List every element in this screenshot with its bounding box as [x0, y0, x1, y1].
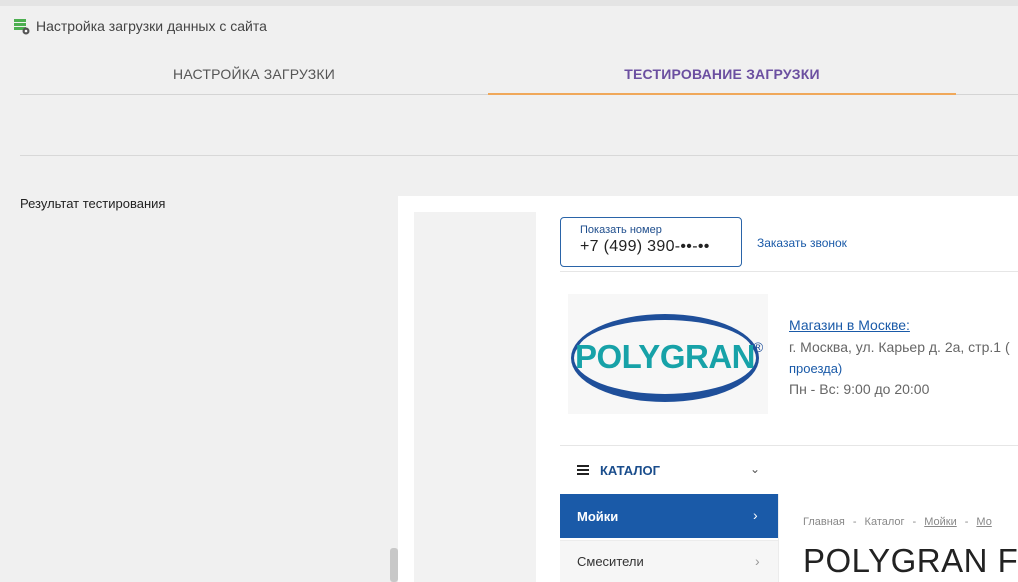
tab-bar: НАСТРОЙКА ЗАГРУЗКИ ТЕСТИРОВАНИЕ ЗАГРУЗКИ	[20, 52, 1018, 96]
polygran-logo[interactable]: POLYGRAN ®	[568, 294, 768, 414]
menu-item-label: Мойки	[577, 508, 619, 524]
preview-divider	[560, 271, 1018, 272]
show-number-link[interactable]: Показать номер	[580, 224, 741, 236]
phone-number: +7 (499) 390-••-••	[580, 238, 710, 255]
registered-mark: ®	[753, 339, 764, 355]
page-header: Настройка загрузки данных с сайта	[12, 16, 267, 36]
top-strip	[0, 0, 1018, 6]
tab-load-testing[interactable]: ТЕСТИРОВАНИЕ ЗАГРУЗКИ	[488, 52, 956, 96]
tab-load-settings[interactable]: НАСТРОЙКА ЗАГРУЗКИ	[20, 52, 488, 96]
scrollbar[interactable]	[390, 548, 398, 582]
menu-icon	[577, 465, 589, 475]
chevron-down-icon: ⌄	[750, 462, 761, 476]
catalog-button[interactable]: КАТАЛОГ ⌄	[560, 452, 778, 488]
store-hours: Пн - Вс: 9:00 до 20:00	[789, 381, 930, 397]
logo-text: POLYGRAN	[575, 338, 755, 375]
section-divider	[20, 155, 1018, 156]
menu-item-faucets[interactable]: Смесители ›	[560, 540, 778, 582]
chevron-right-icon: ›	[755, 553, 760, 569]
breadcrumb-item[interactable]: Мо	[976, 516, 991, 528]
active-tab-indicator	[488, 93, 956, 95]
breadcrumb-item[interactable]: Каталог	[865, 516, 905, 528]
test-result-preview[interactable]: Показать номер +7 (499) 390-••-•• Заказа…	[398, 196, 1018, 582]
store-passage-link[interactable]: проезда)	[789, 361, 842, 376]
store-address: г. Москва, ул. Карьер д. 2а, стр.1 (	[789, 339, 1010, 355]
catalog-label: КАТАЛОГ	[600, 462, 660, 478]
product-page-title: POLYGRAN F	[803, 542, 1018, 579]
menu-item-sinks[interactable]: Мойки ›	[560, 494, 778, 538]
menu-divider	[778, 494, 779, 582]
callback-link[interactable]: Заказать звонок	[757, 236, 847, 250]
preview-left-column	[414, 212, 536, 582]
database-settings-icon	[14, 19, 30, 35]
store-link[interactable]: Магазин в Москве:	[789, 317, 910, 333]
phone-box[interactable]: Показать номер +7 (499) 390-••-••	[560, 217, 742, 267]
breadcrumb: Главная - Каталог - Мойки - Мо	[803, 516, 992, 528]
page-title: Настройка загрузки данных с сайта	[36, 18, 267, 34]
breadcrumb-item[interactable]: Мойки	[924, 516, 957, 528]
result-label: Результат тестирования	[20, 196, 166, 211]
chevron-right-icon: ›	[753, 507, 758, 523]
preview-divider-2	[560, 445, 1018, 446]
menu-item-label: Смесители	[577, 554, 644, 569]
breadcrumb-item[interactable]: Главная	[803, 516, 845, 528]
